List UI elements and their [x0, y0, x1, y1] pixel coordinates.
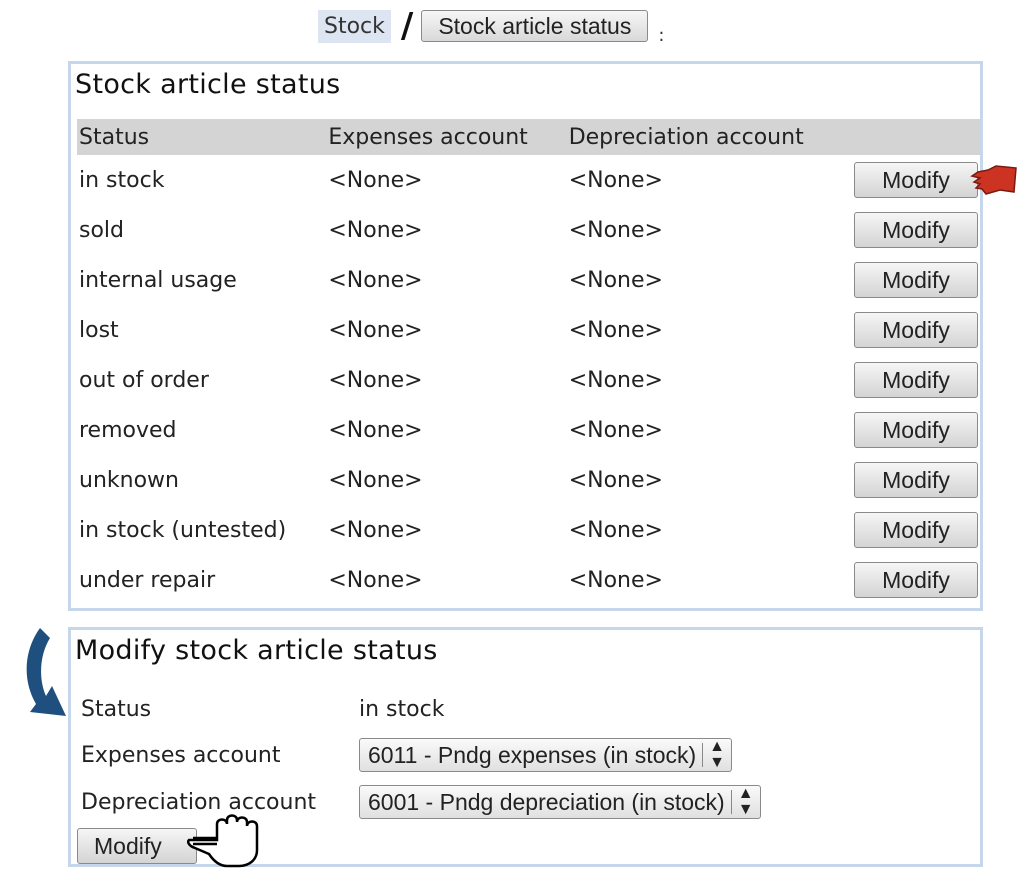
modify-button[interactable]: Modify — [854, 512, 978, 548]
expenses-row: Expenses account 6011 - Pndg expenses (i… — [81, 736, 732, 774]
table-row: under repair <None> <None> Modify — [77, 555, 980, 605]
modify-button[interactable]: Modify — [854, 262, 978, 298]
column-header-expenses: Expenses account — [326, 119, 567, 155]
expenses-account-cell: <None> — [328, 467, 423, 493]
depreciation-account-cell: <None> — [568, 517, 663, 543]
status-panel-title: Stock article status — [75, 69, 341, 100]
status-table: Status Expenses account Depreciation acc… — [77, 119, 980, 605]
status-table-body: in stock <None> <None> Modify sold <None> <Non… — [77, 155, 980, 605]
depreciation-account-selected: 6001 - Pndg depreciation (in stock) — [368, 788, 725, 815]
modify-panel-title: Modify stock article status — [75, 635, 438, 666]
action-cell: Modify — [846, 305, 980, 355]
modify-submit-button[interactable]: Modify — [77, 828, 197, 864]
modify-button[interactable]: Modify — [854, 412, 978, 448]
depreciation-account-cell: <None> — [568, 467, 663, 493]
expenses-account-selected: 6011 - Pndg expenses (in stock) — [368, 741, 697, 768]
action-cell: Modify — [846, 405, 980, 455]
table-row: internal usage <None> <None> Modify — [77, 255, 980, 305]
status-cell: internal usage — [79, 267, 237, 293]
table-row: in stock (untested) <None> <None> Modify — [77, 505, 980, 555]
modify-button[interactable]: Modify — [854, 462, 978, 498]
status-cell: removed — [79, 417, 177, 443]
modify-button[interactable]: Modify — [854, 162, 978, 198]
action-cell: Modify — [846, 205, 980, 255]
table-row: lost <None> <None> Modify — [77, 305, 980, 355]
status-cell: unknown — [79, 467, 179, 493]
select-arrows-icon: ▲ ▼ — [709, 738, 725, 771]
status-row: Status in stock — [81, 692, 444, 726]
expenses-label: Expenses account — [81, 742, 281, 768]
status-value: in stock — [359, 696, 445, 722]
breadcrumb-separator: / — [400, 6, 414, 46]
depreciation-account-cell: <None> — [568, 167, 663, 193]
modify-panel: Modify stock article status Status in st… — [68, 627, 983, 868]
depreciation-account-cell: <None> — [568, 367, 663, 393]
page: Stock / Stock article status : Stock art… — [0, 0, 1019, 870]
expenses-account-cell: <None> — [328, 417, 423, 443]
status-label: Status — [81, 696, 152, 722]
status-panel: Stock article status Status Expenses acc… — [68, 61, 983, 611]
curved-arrow-icon — [26, 628, 66, 716]
status-cell: under repair — [79, 567, 216, 593]
modify-button[interactable]: Modify — [854, 562, 978, 598]
breadcrumb-stock-link[interactable]: Stock — [318, 9, 391, 43]
modify-button[interactable]: Modify — [854, 212, 978, 248]
breadcrumb: Stock / Stock article status : — [318, 6, 664, 46]
depreciation-account-select[interactable]: 6001 - Pndg depreciation (in stock) ▲ ▼ — [359, 785, 761, 819]
action-cell: Modify — [846, 355, 980, 405]
column-header-depreciation: Depreciation account — [566, 119, 847, 155]
status-cell: in stock (untested) — [79, 517, 287, 543]
status-cell: out of order — [79, 367, 209, 393]
select-divider — [730, 790, 732, 814]
depreciation-account-cell: <None> — [568, 317, 663, 343]
action-cell: Modify — [846, 255, 980, 305]
hand-cursor-icon — [187, 814, 259, 868]
table-row: sold <None> <None> Modify — [77, 205, 980, 255]
expenses-account-cell: <None> — [328, 517, 423, 543]
depreciation-account-cell: <None> — [568, 567, 663, 593]
column-header-action — [846, 119, 980, 155]
table-header-row: Status Expenses account Depreciation acc… — [77, 119, 980, 155]
table-row: unknown <None> <None> Modify — [77, 455, 980, 505]
action-cell: Modify — [846, 555, 980, 605]
select-divider — [702, 743, 704, 767]
expenses-account-cell: <None> — [328, 267, 423, 293]
modify-button[interactable]: Modify — [854, 362, 978, 398]
action-cell: Modify — [846, 455, 980, 505]
table-row: in stock <None> <None> Modify — [77, 155, 980, 205]
expenses-account-cell: <None> — [328, 167, 423, 193]
status-cell: sold — [79, 217, 124, 243]
depreciation-account-cell: <None> — [568, 217, 663, 243]
depreciation-account-cell: <None> — [568, 267, 663, 293]
action-cell: Modify — [846, 505, 980, 555]
status-cell: in stock — [79, 167, 165, 193]
depreciation-row: Depreciation account 6001 - Pndg depreci… — [81, 783, 761, 821]
expenses-account-select[interactable]: 6011 - Pndg expenses (in stock) ▲ ▼ — [359, 738, 732, 772]
expenses-account-cell: <None> — [328, 217, 423, 243]
expenses-account-cell: <None> — [328, 567, 423, 593]
status-cell: lost — [79, 317, 119, 343]
pointing-hand-icon — [970, 165, 1017, 195]
column-header-status: Status — [77, 119, 327, 155]
modify-button[interactable]: Modify — [854, 312, 978, 348]
action-cell: Modify — [846, 155, 980, 205]
table-row: out of order <None> <None> Modify — [77, 355, 980, 405]
table-row: removed <None> <None> Modify — [77, 405, 980, 455]
select-arrows-icon: ▲ ▼ — [737, 785, 754, 818]
expenses-account-cell: <None> — [328, 367, 423, 393]
depreciation-account-cell: <None> — [568, 417, 663, 443]
breadcrumb-current-button[interactable]: Stock article status — [421, 10, 649, 42]
breadcrumb-tail: : — [658, 24, 665, 46]
expenses-account-cell: <None> — [328, 317, 423, 343]
